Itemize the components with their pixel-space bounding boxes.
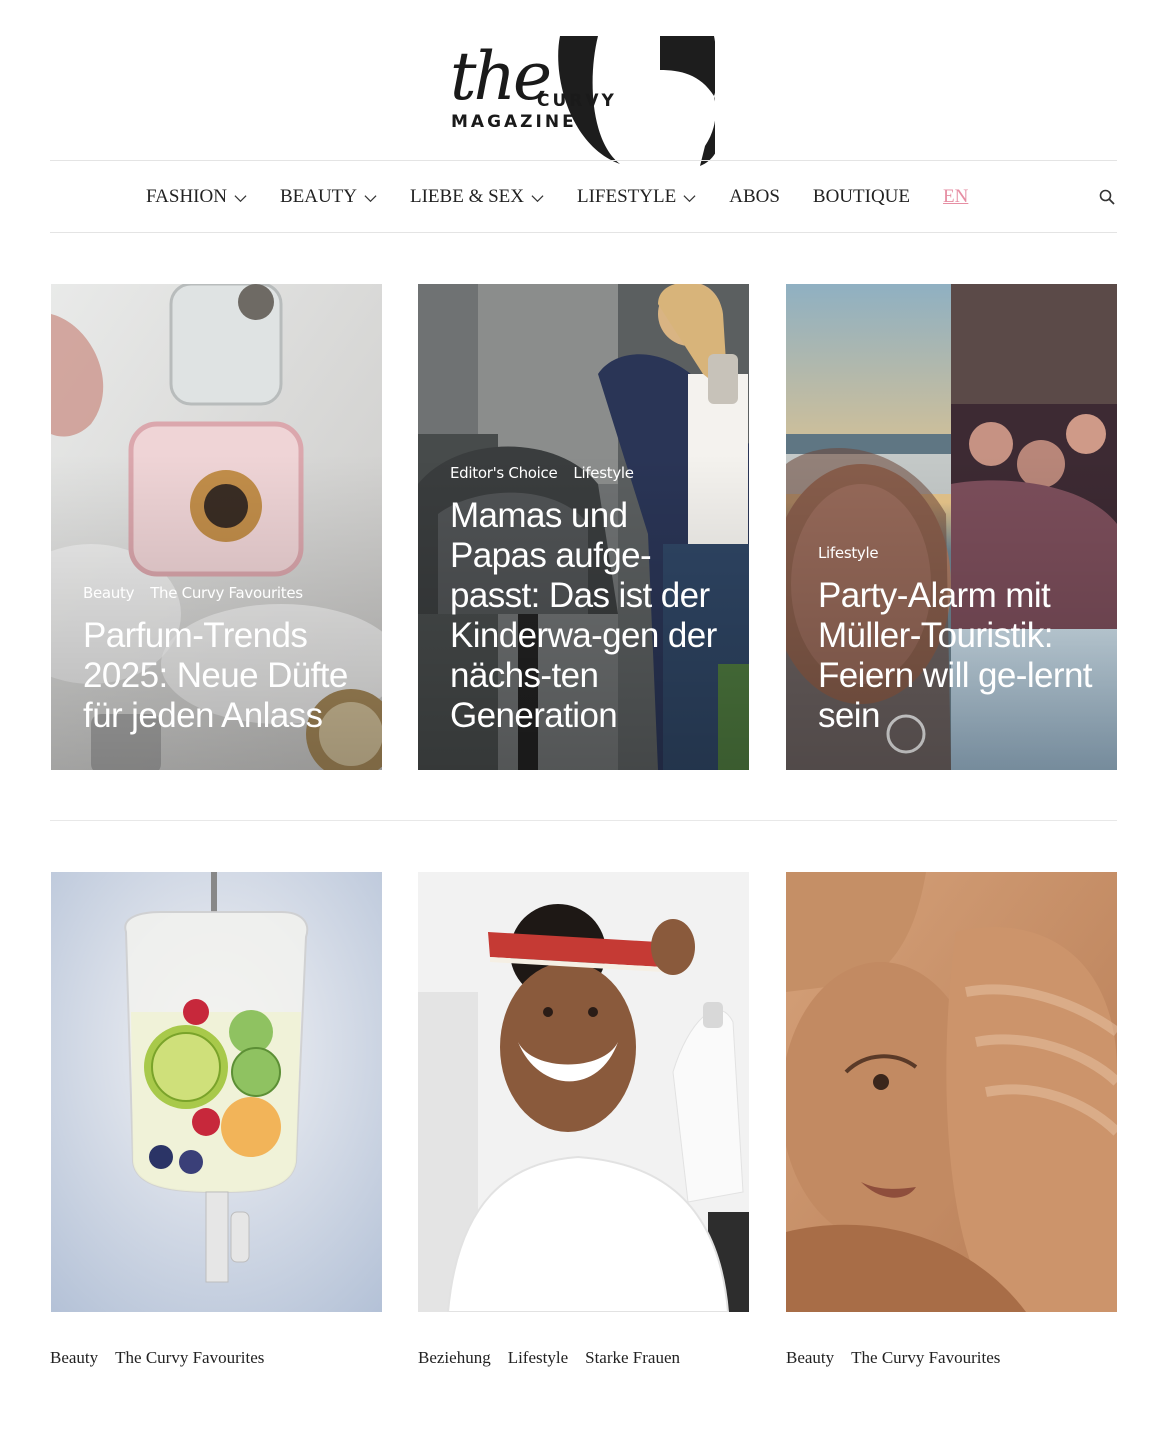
nav-items: FASHION BEAUTY LIEBE & SEX LIFESTYLE ABO… bbox=[146, 186, 1001, 208]
nav-item-label: BOUTIQUE bbox=[812, 186, 911, 207]
article-title[interactable]: Mamas und Papas aufge-passt: Das ist der… bbox=[450, 496, 729, 736]
nav-item-boutique[interactable]: BOUTIQUE bbox=[813, 186, 910, 208]
nav-item-label: EN bbox=[943, 186, 969, 207]
chevron-down-icon bbox=[531, 194, 544, 202]
card-overlay: Editor's Choice Lifestyle Mamas und Papa… bbox=[450, 464, 729, 736]
nav-item-language-en[interactable]: EN bbox=[943, 186, 968, 208]
category-link[interactable]: Beauty bbox=[786, 1348, 834, 1368]
article-title[interactable]: Parfum-Trends 2025: Neue Düfte für jeden… bbox=[83, 616, 362, 736]
category-list: Beauty The Curvy Favourites bbox=[50, 1348, 281, 1368]
nav-item-label: ABOS bbox=[729, 186, 780, 207]
article-image bbox=[786, 872, 1117, 1312]
category-list: Beauty The Curvy Favourites bbox=[83, 584, 362, 602]
nav-item-liebe-sex[interactable]: LIEBE & SEX bbox=[410, 186, 544, 208]
article-card[interactable] bbox=[786, 872, 1117, 1312]
logo-the: the bbox=[450, 38, 552, 115]
category-list: Editor's Choice Lifestyle bbox=[450, 464, 729, 482]
article-card[interactable] bbox=[418, 872, 749, 1312]
logo-curvy: CURVY bbox=[537, 91, 617, 111]
article-image bbox=[418, 872, 749, 1312]
nav-item-label: FASHION bbox=[146, 186, 227, 207]
category-link[interactable]: The Curvy Favourites bbox=[115, 1348, 264, 1368]
category-link[interactable]: Lifestyle bbox=[573, 464, 634, 482]
category-link[interactable]: The Curvy Favourites bbox=[150, 584, 303, 602]
site-logo[interactable]: the CURVY MAGAZINE bbox=[445, 36, 725, 176]
featured-card[interactable]: Lifestyle Party-Alarm mit Müller-Tourist… bbox=[786, 284, 1117, 770]
category-link[interactable]: The Curvy Favourites bbox=[851, 1348, 1000, 1368]
category-link[interactable]: Beziehung bbox=[418, 1348, 491, 1368]
logo-magazine: MAGAZINE bbox=[451, 112, 577, 132]
section-divider bbox=[50, 820, 1117, 821]
card-overlay: Lifestyle Party-Alarm mit Müller-Tourist… bbox=[818, 544, 1097, 736]
search-icon[interactable] bbox=[1099, 189, 1115, 205]
featured-card[interactable]: Beauty The Curvy Favourites Parfum-Trend… bbox=[51, 284, 382, 770]
nav-item-lifestyle[interactable]: LIFESTYLE bbox=[577, 186, 696, 208]
category-link[interactable]: Lifestyle bbox=[508, 1348, 568, 1368]
category-link[interactable]: Starke Frauen bbox=[585, 1348, 680, 1368]
nav-item-label: LIFESTYLE bbox=[577, 186, 677, 207]
nav-item-beauty[interactable]: BEAUTY bbox=[280, 186, 377, 208]
category-list: Lifestyle bbox=[818, 544, 1097, 562]
nav-bottom-divider bbox=[50, 232, 1117, 233]
main-nav: FASHION BEAUTY LIEBE & SEX LIFESTYLE ABO… bbox=[50, 162, 1117, 232]
card-overlay: Beauty The Curvy Favourites Parfum-Trend… bbox=[83, 584, 362, 736]
nav-top-divider bbox=[50, 160, 1117, 161]
nav-item-fashion[interactable]: FASHION bbox=[146, 186, 247, 208]
nav-item-abos[interactable]: ABOS bbox=[729, 186, 780, 208]
nav-item-label: LIEBE & SEX bbox=[410, 186, 524, 207]
chevron-down-icon bbox=[364, 194, 377, 202]
category-link[interactable]: Beauty bbox=[50, 1348, 98, 1368]
category-list: Beziehung Lifestyle Starke Frauen bbox=[418, 1348, 697, 1368]
chevron-down-icon bbox=[234, 194, 247, 202]
article-image bbox=[51, 872, 382, 1312]
category-link[interactable]: Editor's Choice bbox=[450, 464, 558, 482]
category-link[interactable]: Lifestyle bbox=[818, 544, 879, 562]
nav-item-label: BEAUTY bbox=[279, 186, 357, 207]
article-title[interactable]: Party-Alarm mit Müller-Touristik: Feiern… bbox=[818, 576, 1097, 736]
chevron-down-icon bbox=[683, 194, 696, 202]
category-list: Beauty The Curvy Favourites bbox=[786, 1348, 1017, 1368]
category-link[interactable]: Beauty bbox=[83, 584, 134, 602]
featured-card[interactable]: Editor's Choice Lifestyle Mamas und Papa… bbox=[418, 284, 749, 770]
article-card[interactable] bbox=[51, 872, 382, 1312]
